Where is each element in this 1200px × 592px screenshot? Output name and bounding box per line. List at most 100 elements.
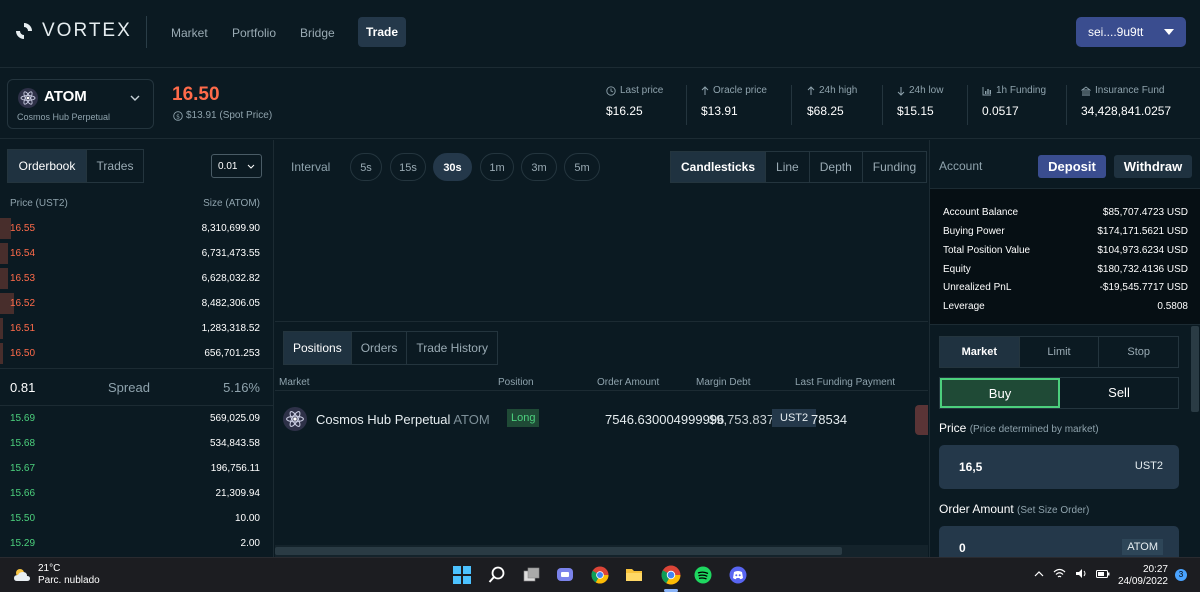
account-row: Account Balance $85,707.4723 USD [943,207,1188,226]
wifi-icon[interactable] [1053,568,1066,579]
tab-positions[interactable]: Positions [284,332,351,364]
battery-icon[interactable] [1096,569,1110,579]
stat-insurance-fund: Insurance Fund 34,428,841.0257 [1081,85,1171,125]
bid-row[interactable]: 15.50 10.00 [0,506,274,531]
ask-row[interactable]: 16.54 6,731,473.55 [0,241,274,266]
chart-type-funding[interactable]: Funding [861,152,926,182]
price-label-text: Price [939,421,967,435]
interval-5m[interactable]: 5m [564,153,600,181]
position-market: Cosmos Hub Perpetual ATOM [316,412,490,427]
volume-icon[interactable] [1075,568,1087,579]
buy-button[interactable]: Buy [940,378,1060,408]
chrome-icon[interactable] [589,564,611,586]
chrome-active-window-icon[interactable] [660,564,682,586]
scrollbar-thumb[interactable] [1191,326,1199,412]
search-icon[interactable] [486,564,508,586]
ask-row[interactable]: 16.51 1,283,318.52 [0,316,274,341]
task-view-icon[interactable] [521,564,543,586]
amount-label: Order Amount (Set Size Order) [939,502,1089,516]
deposit-button[interactable]: Deposit [1038,155,1106,178]
withdraw-button[interactable]: Withdraw [1114,155,1192,178]
positions-header: Market Position Order Amount Margin Debt… [275,373,928,391]
spotify-icon[interactable] [692,564,714,586]
account-row-label: Buying Power [943,226,1005,237]
notification-badge[interactable]: 3 [1175,569,1187,581]
market-header: ATOM Cosmos Hub Perpetual 16.50 $ $13.91… [0,69,1200,139]
order-type-market[interactable]: Market [940,337,1019,367]
price-input[interactable]: 16,5 UST2 [939,445,1179,489]
interval-30s[interactable]: 30s [433,153,472,181]
amount-unit: ATOM [1122,539,1163,555]
chart-type-depth[interactable]: Depth [808,152,862,182]
file-explorer-icon[interactable] [623,564,645,586]
windows-start-icon[interactable] [451,564,473,586]
ask-row[interactable]: 16.50 656,701.253 [0,341,274,366]
chevron-up-icon[interactable] [1034,570,1044,577]
nav-bridge[interactable]: Bridge [292,20,343,46]
teams-chat-icon[interactable] [554,564,576,586]
tick-size-select[interactable]: 0.01 [211,154,262,178]
ask-row[interactable]: 16.52 8,482,306.05 [0,291,274,316]
horizontal-scrollbar[interactable] [275,545,928,557]
bid-size: 21,309.94 [215,488,261,499]
nav-trade[interactable]: Trade [358,17,407,47]
ask-row[interactable]: 16.55 8,310,699.90 [0,216,274,241]
bid-size: 569,025.09 [209,413,260,424]
interval-5s[interactable]: 5s [350,153,382,181]
depth-bar [0,318,3,339]
position-row[interactable]: Cosmos Hub Perpetual ATOM Long 7546.6300… [275,399,928,439]
spot-price-text: $13.91 (Spot Price) [186,110,273,121]
account-panel: Account Deposit Withdraw Account Balance… [929,140,1200,570]
bid-price: 15.66 [10,488,36,499]
market-selector[interactable]: ATOM Cosmos Hub Perpetual [7,79,154,129]
account-row-label: Total Position Value [943,245,1031,256]
ask-row[interactable]: 16.53 6,628,032.82 [0,266,274,291]
tab-orderbook[interactable]: Orderbook [8,150,86,182]
scrollbar-thumb[interactable] [275,547,842,555]
chart-type-candlesticks[interactable]: Candlesticks [671,152,766,182]
stat-divider [686,85,687,125]
bid-price: 15.29 [10,538,36,549]
nav-market[interactable]: Market [163,20,216,46]
interval-15s[interactable]: 15s [390,153,426,181]
system-clock[interactable]: 20:27 24/09/2022 [1116,564,1168,588]
stat-value: 0.0517 [982,104,1019,118]
bid-row[interactable]: 15.66 21,309.94 [0,481,274,506]
chevron-down-icon [130,95,140,101]
order-type-stop[interactable]: Stop [1098,337,1178,367]
amount-label-text: Order Amount [939,502,1014,516]
interval-1m[interactable]: 1m [480,153,514,181]
bid-row[interactable]: 15.29 2.00 [0,531,274,556]
bid-row[interactable]: 15.69 569,025.09 [0,406,274,431]
caret-down-icon [1164,29,1174,35]
chart-type-line[interactable]: Line [765,152,809,182]
account-row-value: $104,973.6234 USD [1097,245,1188,256]
bid-price: 15.67 [10,463,36,474]
order-type-limit[interactable]: Limit [1018,337,1099,367]
ask-size: 8,482,306.05 [201,298,260,309]
tab-orders[interactable]: Orders [350,332,407,364]
wallet-button[interactable]: sei....9u9tt [1076,17,1186,47]
bid-row[interactable]: 15.68 534,843.58 [0,431,274,456]
logo[interactable]: VORTEX [14,20,132,42]
price-value: 16,5 [959,460,983,474]
close-position-button[interactable] [915,405,928,435]
sell-button[interactable]: Sell [1060,378,1178,408]
tab-trade-history[interactable]: Trade History [406,332,497,364]
tab-trades[interactable]: Trades [86,150,143,182]
order-side-tabs: Buy Sell [939,377,1179,409]
orderbook-tabs: Orderbook Trades [7,149,144,183]
col-margin-debt: Margin Debt [696,377,751,388]
depth-bar [0,343,3,364]
col-price: Price (UST2) [10,198,68,209]
weather-widget[interactable]: 21°C Parc. nublado [12,563,100,587]
vertical-scrollbar[interactable] [1189,326,1200,416]
amount-value: 0 [959,541,966,555]
bid-row[interactable]: 15.67 196,756.11 [0,456,274,481]
stat-label: Oracle price [713,85,767,96]
stat-24h-low: 24h low $15.15 [897,85,943,125]
nav-portfolio[interactable]: Portfolio [224,20,284,46]
discord-icon[interactable] [727,564,749,586]
interval-3m[interactable]: 3m [521,153,557,181]
stat-oracle-price: Oracle price $13.91 [701,85,767,125]
